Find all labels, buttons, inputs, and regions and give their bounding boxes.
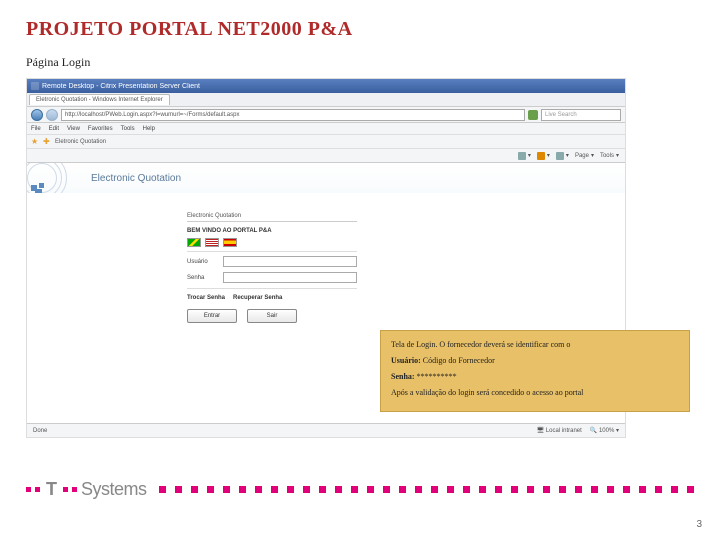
app-title: Electronic Quotation [91, 173, 181, 184]
annotation-callout: Tela de Login. O fornecedor deverá se id… [380, 330, 690, 412]
menu-file[interactable]: File [31, 126, 41, 132]
browser-tab[interactable]: Eletronic Quotation - Windows Internet E… [29, 94, 170, 105]
footer-dots [159, 486, 694, 493]
window-title: Remote Desktop - Citrix Presentation Ser… [42, 83, 200, 90]
logo-t-letter: T [46, 479, 57, 500]
slide-title: PROJETO PORTAL NET2000 P&A [26, 18, 694, 41]
page-number: 3 [696, 519, 702, 530]
callout-line: Tela de Login. O fornecedor deverá se id… [391, 339, 679, 351]
password-input[interactable] [223, 272, 357, 283]
menu-edit[interactable]: Edit [49, 126, 59, 132]
recover-password-link[interactable]: Recuperar Senha [233, 295, 282, 301]
divider [187, 288, 357, 289]
forward-button[interactable] [46, 109, 58, 121]
logo-square [26, 487, 31, 492]
security-zone: 🖥 Local intranet [536, 427, 581, 434]
footer: T Systems [26, 478, 694, 500]
callout-line: Senha: ********** [391, 371, 679, 383]
tools-menu[interactable]: Tools ▾ [600, 152, 619, 159]
menu-help[interactable]: Help [143, 126, 155, 132]
print-icon [556, 152, 564, 160]
menu-bar: File Edit View Favorites Tools Help [27, 123, 625, 135]
favorites-star-icon[interactable]: ★ [31, 138, 39, 146]
menu-favorites[interactable]: Favorites [88, 126, 113, 132]
rss-icon [537, 152, 545, 160]
print-button[interactable]: ▾ [556, 152, 569, 160]
logo-systems-text: Systems [81, 479, 147, 500]
login-box: Electronic Quotation BEM VINDO AO PORTAL… [187, 213, 357, 323]
zoom-level[interactable]: 🔍 100% ▾ [590, 427, 619, 434]
user-input[interactable] [223, 256, 357, 267]
language-flags [187, 238, 357, 247]
flag-brazil[interactable] [187, 238, 201, 247]
welcome-text: BEM VINDO AO PORTAL P&A [187, 228, 357, 234]
slide-subtitle: Página Login [26, 55, 694, 70]
address-bar: http://localhost/PWeb.Login.aspx?l=wumur… [27, 107, 625, 123]
status-text: Done [33, 428, 47, 434]
user-label: Usuário [187, 259, 217, 265]
flag-spain[interactable] [223, 238, 237, 247]
change-password-link[interactable]: Trocar Senha [187, 295, 225, 301]
back-button[interactable] [31, 109, 43, 121]
ie-tab-bar: Eletronic Quotation - Windows Internet E… [27, 93, 625, 107]
home-icon [518, 152, 526, 160]
search-input[interactable]: Live Search [541, 109, 621, 121]
go-button[interactable] [528, 110, 538, 120]
divider [187, 251, 357, 252]
remote-desktop-titlebar: Remote Desktop - Citrix Presentation Ser… [27, 79, 625, 93]
menu-tools[interactable]: Tools [121, 126, 135, 132]
t-systems-logo: T Systems [26, 479, 147, 500]
menu-view[interactable]: View [67, 126, 80, 132]
url-input[interactable]: http://localhost/PWeb.Login.aspx?l=wumur… [61, 109, 525, 121]
favorite-link[interactable]: Eletronic Quotation [55, 139, 106, 145]
status-bar: Done 🖥 Local intranet 🔍 100% ▾ [27, 423, 625, 437]
feeds-button[interactable]: ▾ [537, 152, 550, 160]
command-bar: ▾ ▾ ▾ Page ▾ Tools ▾ [27, 149, 625, 163]
logo-square [63, 487, 68, 492]
logo-square [35, 487, 40, 492]
window-icon [31, 82, 39, 90]
page-menu[interactable]: Page ▾ [575, 152, 594, 159]
page-header: Electronic Quotation [27, 163, 625, 193]
callout-line: Após a validação do login será concedido… [391, 387, 679, 399]
flag-usa[interactable] [205, 238, 219, 247]
login-box-title: Electronic Quotation [187, 213, 357, 222]
password-label: Senha [187, 275, 217, 281]
logo-square [72, 487, 77, 492]
decor-square [39, 183, 44, 188]
home-button[interactable]: ▾ [518, 152, 531, 160]
callout-line: Usuário: Código do Fornecedor [391, 355, 679, 367]
favorites-bar: ★ ✚ Eletronic Quotation [27, 135, 625, 149]
add-favorite-icon[interactable]: ✚ [43, 138, 51, 146]
enter-button[interactable]: Entrar [187, 309, 237, 323]
exit-button[interactable]: Sair [247, 309, 297, 323]
